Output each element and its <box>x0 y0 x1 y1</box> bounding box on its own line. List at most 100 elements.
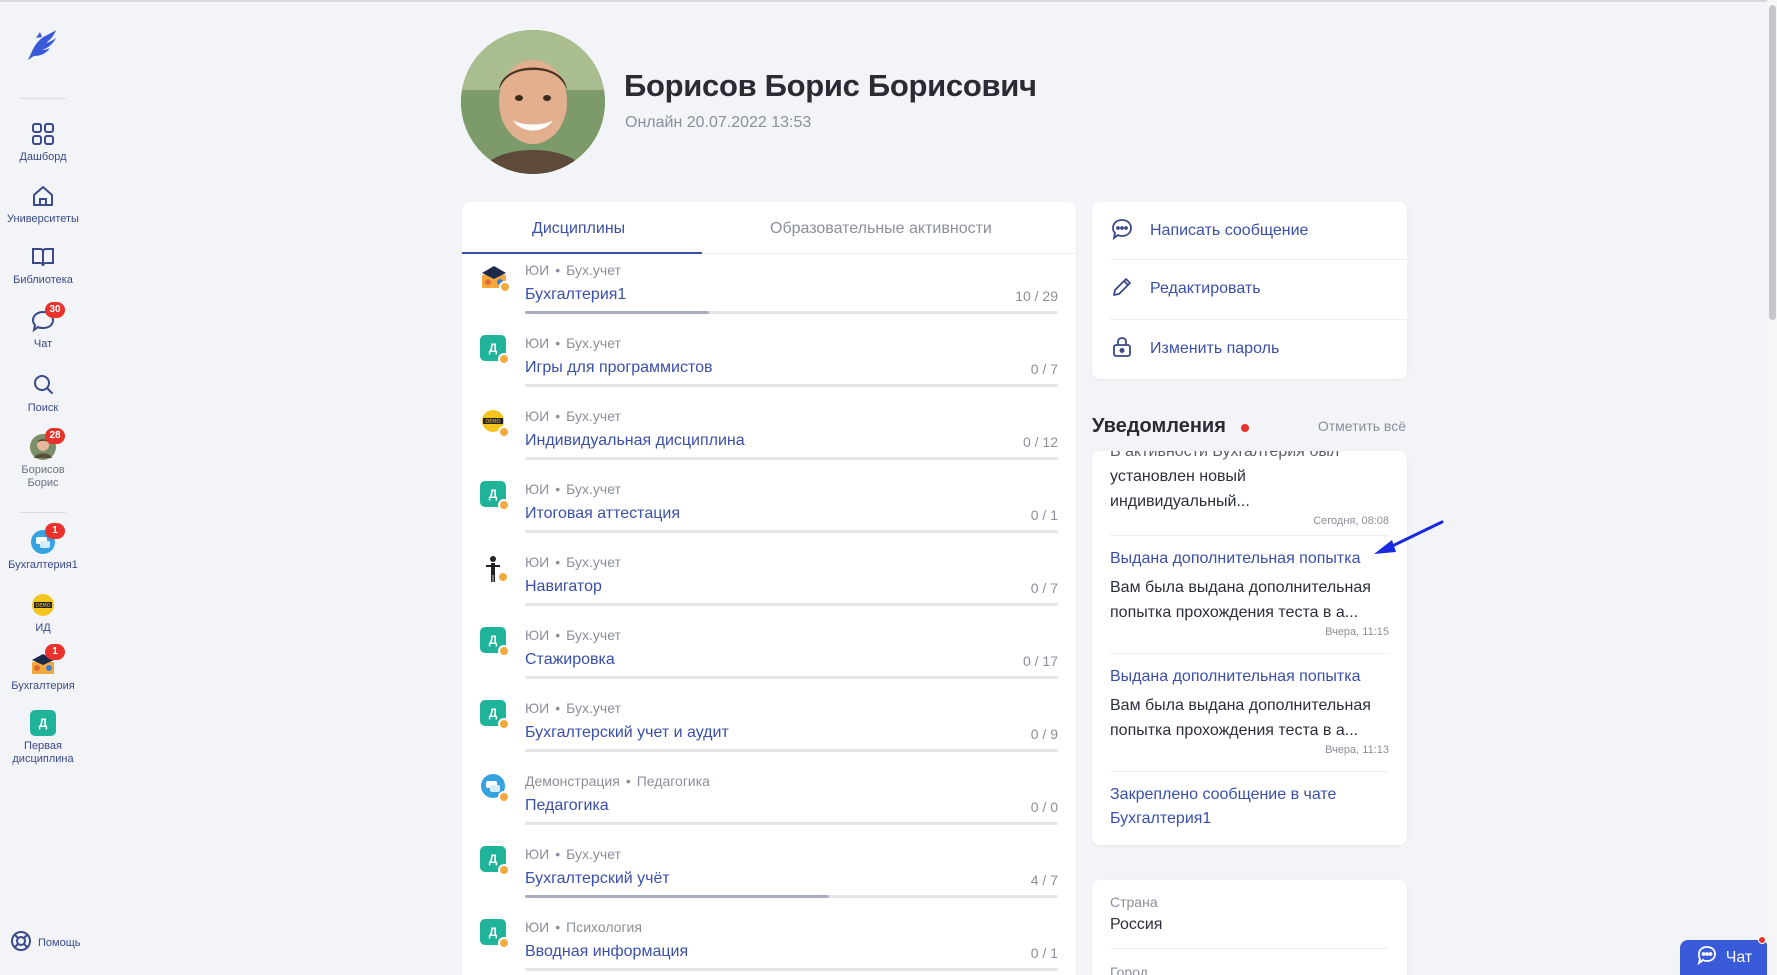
sidebar: Дашборд Университеты Библиотека 30 Чат П… <box>0 2 86 975</box>
discipline-row[interactable]: ЮИ • Бух.учет Навигатор 0 / 7 <box>462 546 1076 619</box>
discipline-row[interactable]: Д ЮИ • Бух.учет Бухгалтерский учет и аудит 0 … <box>462 692 1076 765</box>
discipline-row[interactable]: Д ЮИ • Психология Вводная информация 0 / 1 <box>462 911 1076 975</box>
separator-dot: • <box>555 846 561 862</box>
progress-bar-fill <box>525 895 830 898</box>
logo-icon[interactable] <box>22 26 62 66</box>
progress-bar <box>525 603 1058 606</box>
discipline-row[interactable]: Д ЮИ • Бух.учет Игры для программистов 0 / 7 <box>462 327 1076 400</box>
discipline-title[interactable]: Стажировка <box>525 651 615 669</box>
discipline-row[interactable]: Д ЮИ • Бух.учет Итоговая аттестация 0 / 1 <box>462 473 1076 546</box>
edit-label: Редактировать <box>1150 280 1261 297</box>
chat-unread-dot <box>1758 936 1766 944</box>
notification-time: Вчера, 11:15 <box>1325 626 1389 638</box>
change-password-label: Изменить пароль <box>1150 340 1280 357</box>
discipline-subject: Бух.учет <box>566 627 621 643</box>
separator-dot: • <box>555 262 561 278</box>
notification-item[interactable]: Закреплено сообщение в чате Бухгалтерия1 <box>1110 783 1389 831</box>
sidebar-item-buh1[interactable]: 1 Бухгалтерия1 <box>0 523 86 572</box>
discipline-row[interactable]: Демонстрация • Педагогика Педагогика 0 / 0 <box>462 765 1076 838</box>
sidebar-divider <box>20 512 66 513</box>
chat-widget-button[interactable]: Чат <box>1680 940 1768 975</box>
discipline-title[interactable]: Педагогика <box>525 797 609 815</box>
annotation-arrow-icon <box>1370 518 1445 563</box>
separator-dot: • <box>555 700 561 716</box>
discipline-progress-count: 0 / 1 <box>1030 507 1058 523</box>
page-scrollbar[interactable] <box>1767 0 1777 975</box>
sidebar-item-library[interactable]: Библиотека <box>0 244 86 287</box>
sidebar-item-dashboard[interactable]: Дашборд <box>0 121 86 164</box>
tab-activities[interactable]: Образовательные активности <box>770 220 992 238</box>
svg-text:DEMO: DEMO <box>485 419 500 425</box>
discipline-org: ЮИ <box>525 627 550 643</box>
help-button[interactable]: Помощь <box>10 930 81 955</box>
sidebar-item-first-discipline[interactable]: Д Первая дисциплина <box>0 710 86 766</box>
change-password-button[interactable]: Изменить пароль <box>1092 320 1407 378</box>
sidebar-item-profile[interactable]: 28 Борисов Борис <box>0 428 86 490</box>
discipline-progress-count: 10 / 29 <box>1015 288 1058 304</box>
notification-item[interactable]: Выдана дополнительная попытка Вам была в… <box>1110 547 1389 638</box>
separator-dot: • <box>555 919 561 935</box>
graduation-cap-icon <box>482 266 511 293</box>
chat-widget-label: Чат <box>1725 948 1753 966</box>
discipline-title[interactable]: Игры для программистов <box>525 359 713 377</box>
discipline-icon: Д <box>480 481 510 511</box>
notifications-card: В активности Бухгалтерия был установлен … <box>1092 451 1407 845</box>
discipline-row[interactable]: Д ЮИ • Бух.учет Бухгалтерский учёт 4 / 7 <box>462 838 1076 911</box>
profile-info-card: Страна Россия Город <box>1092 880 1407 975</box>
notification-item[interactable]: В активности Бухгалтерия был установлен … <box>1110 451 1389 527</box>
lock-icon <box>1110 335 1134 364</box>
notification-item[interactable]: Выдана дополнительная попытка Вам была в… <box>1110 665 1389 756</box>
discipline-progress-count: 0 / 7 <box>1030 361 1058 377</box>
course-count-badge: 1 <box>45 523 65 539</box>
discipline-title[interactable]: Итоговая аттестация <box>525 505 680 523</box>
discipline-title[interactable]: Индивидуальная дисциплина <box>525 432 745 450</box>
sidebar-item-label: Первая дисциплина <box>12 740 74 765</box>
tab-disciplines[interactable]: Дисциплины <box>532 220 625 238</box>
discipline-title[interactable]: Бухгалтерский учёт <box>525 870 670 888</box>
discipline-meta: ЮИ • Бух.учет <box>525 627 621 643</box>
sidebar-divider <box>20 98 66 99</box>
discipline-progress-count: 0 / 0 <box>1030 799 1058 815</box>
chat-bubble-icon <box>1110 217 1134 246</box>
notifications-title: Уведомления <box>1092 415 1226 437</box>
progress-bar-fill <box>525 311 709 314</box>
sidebar-item-label: Университеты <box>7 213 79 225</box>
scrollbar-thumb[interactable] <box>1769 5 1776 320</box>
sidebar-item-id[interactable]: DEMO ИД <box>0 592 86 635</box>
discipline-row[interactable]: DEMO ЮИ • Бух.учет Индивидуальная дисциплина… <box>462 400 1076 473</box>
notification-body: Вам была выдана дополнительная попытка п… <box>1110 697 1371 739</box>
discipline-subject: Бух.учет <box>566 846 621 862</box>
discipline-title[interactable]: Навигатор <box>525 578 602 596</box>
discipline-title[interactable]: Вводная информация <box>525 943 688 961</box>
sidebar-item-label: Чат <box>33 338 53 350</box>
discipline-title[interactable]: Бухгалтерский учет и аудит <box>525 724 729 742</box>
write-message-label: Написать сообщение <box>1150 222 1309 239</box>
separator-dot: • <box>555 335 561 351</box>
top-border <box>0 0 1777 2</box>
mark-all-button[interactable]: Отметить всё <box>1318 418 1406 434</box>
sidebar-item-universities[interactable]: Университеты <box>0 183 86 226</box>
discipline-meta: ЮИ • Бух.учет <box>525 335 621 351</box>
progress-bar <box>525 968 1058 971</box>
edit-button[interactable]: Редактировать <box>1092 260 1407 318</box>
discipline-row[interactable]: ЮИ • Бух.учет Бухгалтерия1 10 / 29 <box>462 254 1076 327</box>
notification-time: Вчера, 11:13 <box>1325 744 1389 756</box>
chat-bubble-icon <box>1696 944 1718 971</box>
notification-body: установлен новый индивидуальный... <box>1110 468 1250 510</box>
sidebar-item-chat[interactable]: 30 Чат <box>0 302 86 351</box>
separator-dot: • <box>625 773 631 789</box>
sidebar-item-buh[interactable]: 1 Бухгалтерия <box>0 644 86 693</box>
discipline-row[interactable]: Д ЮИ • Бух.учет Стажировка 0 / 17 <box>462 619 1076 692</box>
discipline-title[interactable]: Бухгалтерия1 <box>525 286 626 304</box>
discipline-progress-count: 0 / 1 <box>1030 945 1058 961</box>
discipline-subject: Бух.учет <box>566 408 621 424</box>
country-label: Страна <box>1110 894 1158 910</box>
unread-dot <box>1241 424 1249 432</box>
discipline-org: ЮИ <box>525 481 550 497</box>
discipline-org: ЮИ <box>525 262 550 278</box>
write-message-button[interactable]: Написать сообщение <box>1092 202 1407 260</box>
tabs: Дисциплины Образовательные активности <box>462 202 1076 254</box>
notification-title: Закреплено сообщение в чате Бухгалтерия1 <box>1110 786 1337 827</box>
actions-card: Написать сообщение Редактировать Изменит… <box>1092 202 1407 379</box>
sidebar-item-search[interactable]: Поиск <box>0 372 86 415</box>
